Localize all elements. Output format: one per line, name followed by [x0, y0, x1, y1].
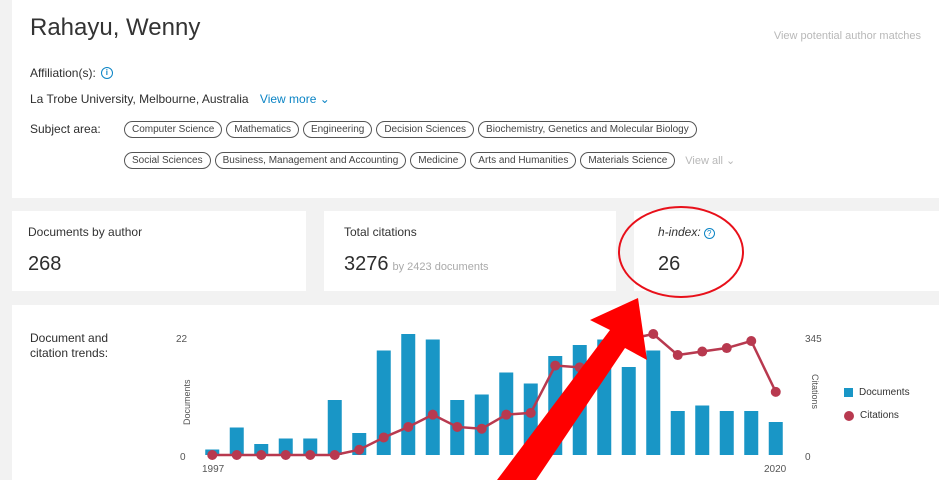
citations-point	[501, 409, 512, 420]
citations-point	[746, 336, 757, 347]
citations-point	[280, 450, 291, 460]
citations-point	[550, 360, 561, 371]
citations-point	[427, 409, 438, 420]
documents-bar	[695, 405, 710, 455]
documents-bar	[425, 339, 440, 455]
x-axis-start: 1997	[202, 464, 225, 475]
citations-point	[476, 423, 487, 434]
documents-bar	[646, 350, 661, 455]
citations-point	[770, 386, 781, 397]
right-axis-label: Citations	[810, 374, 820, 410]
citations-line	[212, 332, 777, 457]
documents-bar	[744, 411, 759, 455]
trends-chart: 22 0 345 0 1997 2020 Documents Citations	[176, 329, 822, 475]
x-axis-end: 2020	[764, 464, 787, 475]
citations-point	[256, 450, 267, 460]
documents-bar	[621, 367, 636, 455]
citations-point	[623, 334, 634, 345]
citations-point	[207, 450, 218, 460]
citations-point	[672, 350, 683, 361]
citations-point	[721, 343, 732, 354]
citations-point	[305, 450, 316, 460]
documents-bar	[327, 400, 342, 455]
citations-point	[231, 450, 242, 460]
documents-bar	[548, 356, 563, 455]
right-axis-min: 0	[805, 452, 811, 463]
documents-bar	[719, 411, 734, 455]
citations-point	[599, 353, 610, 364]
documents-bar	[401, 334, 416, 455]
citations-point	[648, 329, 659, 339]
documents-bar	[523, 383, 538, 455]
citations-point	[329, 450, 340, 460]
citations-point	[574, 362, 585, 373]
left-axis-label: Documents	[182, 379, 192, 425]
documents-bar	[670, 411, 685, 455]
citations-point	[525, 407, 536, 418]
left-axis-min: 0	[180, 452, 186, 463]
citations-point	[403, 421, 414, 432]
citations-point	[452, 421, 463, 432]
right-axis-max: 345	[805, 334, 822, 345]
citations-point	[697, 346, 708, 357]
citations-point	[378, 432, 389, 443]
documents-bar	[572, 345, 587, 455]
documents-bar	[768, 422, 783, 455]
citations-point	[354, 444, 365, 455]
left-axis-max: 22	[176, 334, 188, 345]
